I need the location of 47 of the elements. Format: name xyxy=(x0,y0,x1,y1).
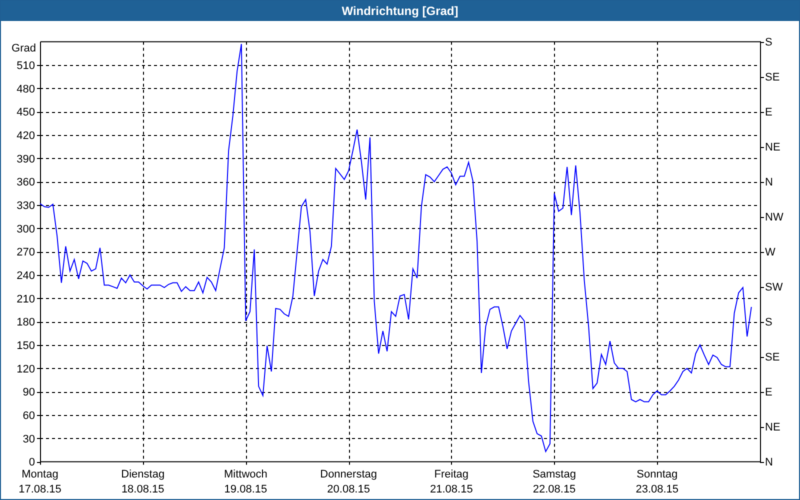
compass-label: N xyxy=(765,456,773,469)
date-label: 19.08.15 xyxy=(224,484,268,496)
y-tick-label: 300 xyxy=(16,223,35,236)
day-label: Mittwoch xyxy=(224,468,268,481)
compass-label: NE xyxy=(765,142,780,154)
y-tick-label: 390 xyxy=(16,153,35,166)
y-tick-label: 510 xyxy=(16,60,35,72)
y-tick-label: 330 xyxy=(16,200,35,212)
y-tick-label: 420 xyxy=(16,130,35,142)
compass-label: SE xyxy=(765,352,780,364)
day-label: Sonntag xyxy=(636,468,678,481)
y-tick-label: 360 xyxy=(16,176,35,189)
day-label: Samstag xyxy=(532,468,576,481)
y-tick-label: 150 xyxy=(16,340,35,352)
window-title: Windrichtung [Grad] xyxy=(342,4,458,18)
compass-label: E xyxy=(765,386,772,399)
compass-label: SE xyxy=(765,72,780,84)
date-label: 23.08.15 xyxy=(636,484,679,496)
day-label: Freitag xyxy=(434,468,469,481)
y-tick-label: 120 xyxy=(16,363,35,376)
compass-label: S xyxy=(765,36,772,49)
date-label: 18.08.15 xyxy=(121,484,164,496)
day-label: Donnerstag xyxy=(320,468,377,481)
compass-label: NW xyxy=(765,212,784,224)
y-tick-label: 180 xyxy=(16,316,35,329)
y-tick-label: 480 xyxy=(16,83,35,96)
day-label: Dienstag xyxy=(121,468,165,481)
compass-label: NE xyxy=(765,422,780,434)
y-tick-label: 210 xyxy=(16,293,35,306)
compass-label: N xyxy=(765,176,773,189)
y-tick-label: 450 xyxy=(16,106,35,119)
compass-label: E xyxy=(765,106,772,119)
y-tick-label: 60 xyxy=(22,410,35,422)
date-label: 20.08.15 xyxy=(327,484,370,496)
date-label: 22.08.15 xyxy=(532,484,576,496)
compass-label: S xyxy=(765,316,772,329)
compass-label: SW xyxy=(765,282,783,294)
y-tick-label: 30 xyxy=(22,433,35,446)
day-label: Montag xyxy=(22,468,58,481)
y-tick-label: 90 xyxy=(22,386,35,399)
compass-label: W xyxy=(765,246,776,259)
y-axis-unit: Grad xyxy=(12,42,36,55)
y-tick-label: 0 xyxy=(28,456,35,469)
y-tick-label: 270 xyxy=(16,246,35,259)
date-label: 21.08.15 xyxy=(430,484,473,496)
y-tick-label: 240 xyxy=(16,270,35,282)
date-label: 17.08.15 xyxy=(18,484,62,496)
